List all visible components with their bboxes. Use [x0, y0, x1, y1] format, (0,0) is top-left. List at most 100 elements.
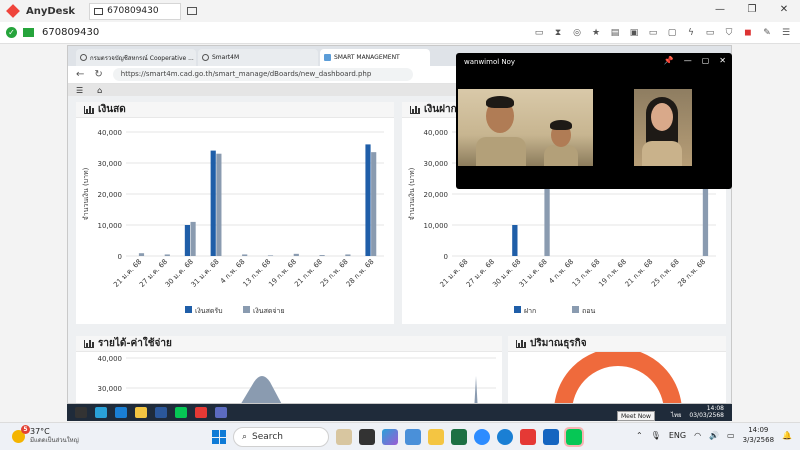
edge-icon[interactable]: [115, 407, 127, 418]
notification-bell-icon[interactable]: 🔔: [782, 431, 792, 440]
monitor-icon: [94, 7, 104, 15]
legend-swatch: [572, 306, 579, 313]
page-icon: [324, 54, 331, 61]
task-view-icon[interactable]: [75, 407, 87, 418]
file-transfer-icon[interactable]: ▤: [609, 28, 621, 38]
bar: [216, 153, 222, 256]
folder-icon[interactable]: [428, 429, 444, 445]
y-tick-label: 30,000: [98, 160, 123, 168]
close-button[interactable]: ✕: [719, 56, 726, 65]
legend-swatch: [514, 306, 521, 313]
reload-icon[interactable]: ↻: [94, 69, 102, 80]
y-tick-label: 10,000: [424, 222, 449, 230]
legend-swatch: [185, 306, 192, 313]
maximize-button[interactable]: ❐: [736, 0, 768, 22]
bar: [319, 255, 325, 256]
url-field[interactable]: https://smart4m.cad.go.th/smart_manage/d…: [112, 68, 413, 81]
y-tick-label: 0: [118, 253, 122, 261]
donut-arc: [554, 348, 682, 403]
bird-widget-icon[interactable]: [336, 429, 352, 445]
app-icon[interactable]: [405, 429, 421, 445]
line-icon[interactable]: [175, 407, 187, 418]
bar-chart-icon: [516, 339, 526, 348]
folder-icon[interactable]: [135, 407, 147, 418]
legend-swatch: [243, 306, 250, 313]
anydesk-icon[interactable]: [520, 429, 536, 445]
edge-icon[interactable]: [497, 429, 513, 445]
close-button[interactable]: ✕: [768, 0, 800, 22]
y-tick-label: 0: [444, 253, 448, 261]
chevron-up-icon[interactable]: ⌃: [636, 431, 643, 440]
lightning-icon[interactable]: ϟ: [685, 28, 697, 38]
outlook-icon[interactable]: [543, 429, 559, 445]
volume-icon[interactable]: 🔊: [709, 431, 719, 440]
menu-icon[interactable]: ☰: [780, 28, 792, 38]
maximize-button[interactable]: ▢: [702, 56, 710, 65]
excel-icon[interactable]: [451, 429, 467, 445]
cash-chart: จำนวนเงิน (บาท) 0 10,000 20,000 30,000 40,000…: [82, 129, 384, 315]
session-tab-label: 670809430: [107, 6, 159, 16]
panel-header: เงินสด: [76, 102, 394, 118]
minimize-button[interactable]: —: [684, 56, 692, 65]
windows-start-icon[interactable]: [212, 430, 226, 444]
bar-chart-icon: [84, 339, 94, 348]
browser-tab[interactable]: Smart4M: [198, 49, 318, 66]
message-icon[interactable]: ▢: [666, 28, 678, 38]
search-input[interactable]: ⌕ Search: [233, 427, 329, 447]
star-icon[interactable]: ★: [590, 28, 602, 38]
pin-icon[interactable]: 📌: [664, 56, 674, 65]
legend-label: เงินสดรับ: [195, 307, 223, 315]
copilot-icon[interactable]: [382, 429, 398, 445]
system-tray: ⌃ 🎙 ENG ◠ 🔊 ▭ 14:09 3/3/2568 🔔: [636, 425, 792, 445]
video-call-window: wanwimol Noy 📌 — ▢ ✕: [456, 53, 732, 189]
x-tick-label: 31 ม.ค. 68: [190, 258, 221, 289]
database-icon[interactable]: ◎: [571, 28, 583, 38]
zoom-icon[interactable]: [474, 429, 490, 445]
y-tick-label: 30,000: [98, 385, 123, 393]
hourglass-icon[interactable]: ⧗: [552, 28, 564, 38]
session-tab[interactable]: 670809430: [89, 2, 182, 20]
anydesk-toolbar: ✓ 670809430 ▭ ⧗ ◎ ★ ▤ ▣ ▭ ▢ ϟ ▭ ⛉ ◼ ✎ ☰: [0, 22, 800, 44]
battery-icon[interactable]: ▭: [727, 431, 735, 440]
search-label: Search: [252, 432, 283, 442]
window-controls: — ❐ ✕: [704, 0, 800, 22]
search-icon: ⌕: [242, 432, 248, 442]
microphone-icon[interactable]: 🎙: [651, 431, 661, 440]
task-view-icon[interactable]: [359, 429, 375, 445]
weather-widget[interactable]: 5 37°C มีแดดเป็นส่วนใหญ่: [12, 424, 79, 445]
monitor-icon[interactable]: ▭: [647, 28, 659, 38]
panel-title: รายได้-ค่าใช้จ่าย: [98, 338, 172, 349]
browser-tab[interactable]: กรมตรวจบัญชีสหกรณ์ Cooperative ...: [76, 49, 196, 66]
clock[interactable]: 14:09 3/3/2568: [743, 425, 774, 445]
keyboard-icon[interactable]: ▭: [704, 28, 716, 38]
line-icon[interactable]: [564, 427, 584, 447]
app-icon[interactable]: [215, 407, 227, 418]
hamburger-menu-icon[interactable]: ☰: [76, 86, 83, 95]
home-icon[interactable]: ⌂: [97, 86, 102, 95]
display-icon[interactable]: ▣: [628, 28, 640, 38]
call-title: wanwimol Noy: [464, 58, 516, 66]
remote-tray: ไทย 14:08 03/03/2568: [671, 405, 724, 419]
bar-chart-icon: [410, 105, 420, 114]
session-id: 670809430: [42, 27, 100, 38]
new-tab-icon[interactable]: [187, 7, 198, 15]
y-tick-label: 10,000: [98, 222, 123, 230]
weather-temp: 37°C: [30, 427, 50, 436]
chat-icon[interactable]: ▭: [533, 28, 545, 38]
pen-icon[interactable]: ✎: [761, 28, 773, 38]
y-axis-label: จำนวนเงิน (บาท): [82, 167, 90, 220]
anydesk-icon[interactable]: [195, 407, 207, 418]
back-arrow-icon[interactable]: ←: [76, 69, 84, 80]
shield-icon[interactable]: ⛉: [723, 28, 735, 38]
minimize-button[interactable]: —: [704, 0, 736, 22]
windows-taskbar: 5 37°C มีแดดเป็นส่วนใหญ่ ⌕ Search ⌃ 🎙 EN…: [0, 422, 800, 450]
legend-label: ถอน: [582, 307, 595, 315]
bar: [345, 254, 351, 256]
word-icon[interactable]: [155, 407, 167, 418]
copilot-icon[interactable]: [95, 407, 107, 418]
record-icon[interactable]: ◼: [742, 28, 754, 38]
language-indicator[interactable]: ENG: [669, 431, 686, 440]
browser-tab-active[interactable]: SMART MANAGEMENT: [320, 49, 430, 66]
wifi-icon[interactable]: ◠: [694, 431, 701, 440]
business-volume-panel: ปริมาณธุรกิจ: [508, 336, 726, 403]
